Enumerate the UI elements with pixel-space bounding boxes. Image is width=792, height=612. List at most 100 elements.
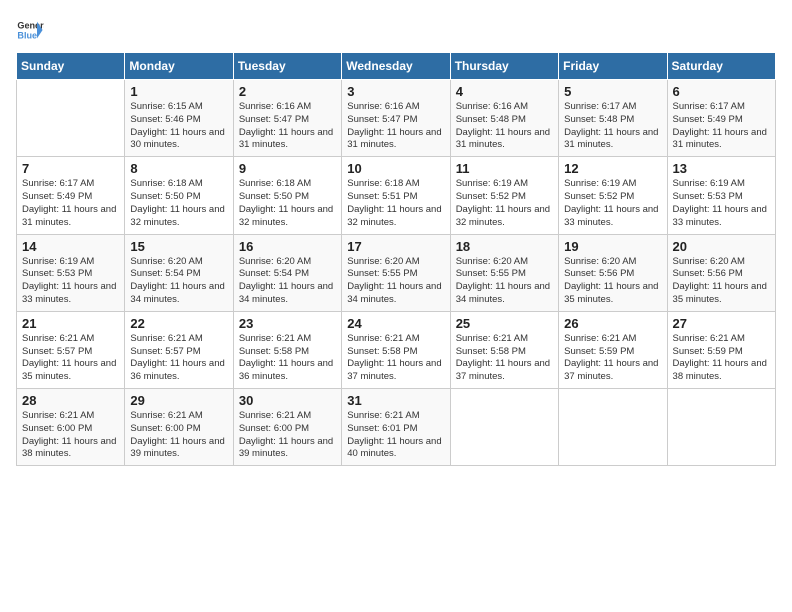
day-number: 14 <box>22 239 119 254</box>
calendar-table: SundayMondayTuesdayWednesdayThursdayFrid… <box>16 52 776 466</box>
day-cell: 21Sunrise: 6:21 AMSunset: 5:57 PMDayligh… <box>17 311 125 388</box>
day-cell: 5 Sunrise: 6:17 AMSunset: 5:48 PMDaylight… <box>559 80 667 157</box>
day-number: 25 <box>456 316 553 331</box>
day-cell: 1Sunrise: 6:15 AMSunset: 5:46 PMDaylight… <box>125 80 233 157</box>
day-detail: Sunrise: 6:20 AMSunset: 5:55 PMDaylight:… <box>347 256 444 307</box>
day-cell: 30 Sunrise: 6:21 AMSunset: 6:00 PMDayligh… <box>233 389 341 466</box>
day-cell: 13Sunrise: 6:19 AMSunset: 5:53 PMDayligh… <box>667 157 775 234</box>
day-detail: Sunrise: 6:17 AMSunset: 5:49 PMDaylight:… <box>22 178 119 229</box>
day-number: 11 <box>456 161 553 176</box>
week-row-5: 28 Sunrise: 6:21 AMSunset: 6:00 PMDayligh… <box>17 389 776 466</box>
day-number: 5 <box>564 84 661 99</box>
day-number: 31 <box>347 393 444 408</box>
col-header-tuesday: Tuesday <box>233 53 341 80</box>
day-number: 20 <box>673 239 770 254</box>
day-number: 9 <box>239 161 336 176</box>
week-row-3: 14 Sunrise: 6:19 AMSunset: 5:53 PMDayligh… <box>17 234 776 311</box>
day-cell: 27 Sunrise: 6:21 AMSunset: 5:59 PMDayligh… <box>667 311 775 388</box>
day-cell <box>17 80 125 157</box>
day-detail: Sunrise: 6:16 AMSunset: 5:48 PMDaylight:… <box>456 101 553 152</box>
col-header-monday: Monday <box>125 53 233 80</box>
day-detail: Sunrise: 6:18 AMSunset: 5:50 PMDaylight:… <box>130 178 227 229</box>
day-number: 28 <box>22 393 119 408</box>
day-cell: 12 Sunrise: 6:19 AMSunset: 5:52 PMDayligh… <box>559 157 667 234</box>
day-cell: 24 Sunrise: 6:21 AMSunset: 5:58 PMDayligh… <box>342 311 450 388</box>
day-cell: 18 Sunrise: 6:20 AMSunset: 5:55 PMDayligh… <box>450 234 558 311</box>
day-detail: Sunrise: 6:21 AMSunset: 5:59 PMDaylight:… <box>673 333 770 384</box>
day-detail: Sunrise: 6:21 AMSunset: 5:57 PMDaylight:… <box>130 333 227 384</box>
day-cell: 6Sunrise: 6:17 AMSunset: 5:49 PMDaylight… <box>667 80 775 157</box>
day-detail: Sunrise: 6:19 AMSunset: 5:53 PMDaylight:… <box>673 178 770 229</box>
day-cell: 4 Sunrise: 6:16 AMSunset: 5:48 PMDaylight… <box>450 80 558 157</box>
day-detail: Sunrise: 6:20 AMSunset: 5:54 PMDaylight:… <box>130 256 227 307</box>
day-number: 27 <box>673 316 770 331</box>
col-header-sunday: Sunday <box>17 53 125 80</box>
day-detail: Sunrise: 6:21 AMSunset: 6:00 PMDaylight:… <box>22 410 119 461</box>
col-header-thursday: Thursday <box>450 53 558 80</box>
day-number: 4 <box>456 84 553 99</box>
day-number: 15 <box>130 239 227 254</box>
day-cell: 28 Sunrise: 6:21 AMSunset: 6:00 PMDayligh… <box>17 389 125 466</box>
day-detail: Sunrise: 6:16 AMSunset: 5:47 PMDaylight:… <box>239 101 336 152</box>
header-row: SundayMondayTuesdayWednesdayThursdayFrid… <box>17 53 776 80</box>
day-cell: 11 Sunrise: 6:19 AMSunset: 5:52 PMDayligh… <box>450 157 558 234</box>
day-detail: Sunrise: 6:17 AMSunset: 5:48 PMDaylight:… <box>564 101 661 152</box>
day-detail: Sunrise: 6:18 AMSunset: 5:51 PMDaylight:… <box>347 178 444 229</box>
day-cell: 8Sunrise: 6:18 AMSunset: 5:50 PMDaylight… <box>125 157 233 234</box>
col-header-friday: Friday <box>559 53 667 80</box>
day-cell: 26 Sunrise: 6:21 AMSunset: 5:59 PMDayligh… <box>559 311 667 388</box>
day-detail: Sunrise: 6:18 AMSunset: 5:50 PMDaylight:… <box>239 178 336 229</box>
day-cell: 29 Sunrise: 6:21 AMSunset: 6:00 PMDayligh… <box>125 389 233 466</box>
day-detail: Sunrise: 6:21 AMSunset: 6:01 PMDaylight:… <box>347 410 444 461</box>
day-number: 19 <box>564 239 661 254</box>
day-detail: Sunrise: 6:19 AMSunset: 5:52 PMDaylight:… <box>456 178 553 229</box>
day-detail: Sunrise: 6:20 AMSunset: 5:56 PMDaylight:… <box>673 256 770 307</box>
logo-icon: General Blue <box>16 16 44 44</box>
day-cell: 23Sunrise: 6:21 AMSunset: 5:58 PMDayligh… <box>233 311 341 388</box>
day-number: 1 <box>130 84 227 99</box>
day-number: 26 <box>564 316 661 331</box>
day-detail: Sunrise: 6:20 AMSunset: 5:54 PMDaylight:… <box>239 256 336 307</box>
day-number: 16 <box>239 239 336 254</box>
day-cell: 22 Sunrise: 6:21 AMSunset: 5:57 PMDayligh… <box>125 311 233 388</box>
week-row-4: 21Sunrise: 6:21 AMSunset: 5:57 PMDayligh… <box>17 311 776 388</box>
day-number: 22 <box>130 316 227 331</box>
day-detail: Sunrise: 6:20 AMSunset: 5:55 PMDaylight:… <box>456 256 553 307</box>
day-detail: Sunrise: 6:21 AMSunset: 5:58 PMDaylight:… <box>456 333 553 384</box>
day-cell <box>559 389 667 466</box>
week-row-1: 1Sunrise: 6:15 AMSunset: 5:46 PMDaylight… <box>17 80 776 157</box>
day-detail: Sunrise: 6:21 AMSunset: 5:57 PMDaylight:… <box>22 333 119 384</box>
svg-text:Blue: Blue <box>17 30 37 40</box>
day-detail: Sunrise: 6:19 AMSunset: 5:52 PMDaylight:… <box>564 178 661 229</box>
day-cell: 25 Sunrise: 6:21 AMSunset: 5:58 PMDayligh… <box>450 311 558 388</box>
day-number: 3 <box>347 84 444 99</box>
day-number: 12 <box>564 161 661 176</box>
day-cell <box>667 389 775 466</box>
day-cell: 31 Sunrise: 6:21 AMSunset: 6:01 PMDayligh… <box>342 389 450 466</box>
day-detail: Sunrise: 6:21 AMSunset: 6:00 PMDaylight:… <box>130 410 227 461</box>
day-cell: 2 Sunrise: 6:16 AMSunset: 5:47 PMDaylight… <box>233 80 341 157</box>
col-header-saturday: Saturday <box>667 53 775 80</box>
day-cell: 17 Sunrise: 6:20 AMSunset: 5:55 PMDayligh… <box>342 234 450 311</box>
day-cell: 10 Sunrise: 6:18 AMSunset: 5:51 PMDayligh… <box>342 157 450 234</box>
logo: General Blue <box>16 16 44 44</box>
day-number: 2 <box>239 84 336 99</box>
day-detail: Sunrise: 6:21 AMSunset: 5:59 PMDaylight:… <box>564 333 661 384</box>
day-detail: Sunrise: 6:21 AMSunset: 6:00 PMDaylight:… <box>239 410 336 461</box>
day-detail: Sunrise: 6:19 AMSunset: 5:53 PMDaylight:… <box>22 256 119 307</box>
day-cell <box>450 389 558 466</box>
day-cell: 14 Sunrise: 6:19 AMSunset: 5:53 PMDayligh… <box>17 234 125 311</box>
day-cell: 9 Sunrise: 6:18 AMSunset: 5:50 PMDaylight… <box>233 157 341 234</box>
day-number: 17 <box>347 239 444 254</box>
day-cell: 15 Sunrise: 6:20 AMSunset: 5:54 PMDayligh… <box>125 234 233 311</box>
day-cell: 3Sunrise: 6:16 AMSunset: 5:47 PMDaylight… <box>342 80 450 157</box>
day-number: 29 <box>130 393 227 408</box>
day-detail: Sunrise: 6:21 AMSunset: 5:58 PMDaylight:… <box>239 333 336 384</box>
day-number: 30 <box>239 393 336 408</box>
day-number: 10 <box>347 161 444 176</box>
day-cell: 20 Sunrise: 6:20 AMSunset: 5:56 PMDayligh… <box>667 234 775 311</box>
day-detail: Sunrise: 6:21 AMSunset: 5:58 PMDaylight:… <box>347 333 444 384</box>
day-number: 18 <box>456 239 553 254</box>
day-number: 24 <box>347 316 444 331</box>
day-detail: Sunrise: 6:17 AMSunset: 5:49 PMDaylight:… <box>673 101 770 152</box>
